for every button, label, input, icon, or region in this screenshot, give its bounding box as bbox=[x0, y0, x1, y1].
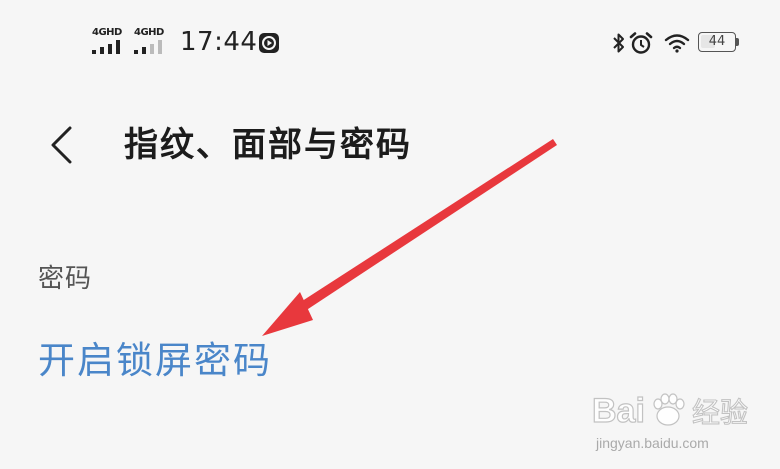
signal-icon bbox=[92, 40, 120, 54]
battery-level: 44 bbox=[708, 34, 726, 49]
alarm-icon bbox=[629, 32, 653, 54]
sim2-network-label: 4GHD bbox=[134, 27, 164, 38]
status-bar: 4GHD 4GHD 17:44 44 bbox=[0, 0, 780, 88]
watermark-url: jingyan.baidu.com bbox=[596, 435, 709, 451]
sim2-signal: 4GHD bbox=[134, 28, 174, 56]
settings-screen: 4GHD 4GHD 17:44 44 指纹、面部与密码 密码 开启锁屏密码 Ba… bbox=[0, 0, 780, 469]
chevron-left-icon bbox=[51, 126, 72, 164]
media-play-icon bbox=[259, 33, 279, 53]
battery-tip bbox=[736, 38, 739, 46]
watermark-suffix: 经验 bbox=[692, 396, 748, 429]
signal-icon bbox=[134, 40, 162, 54]
battery-icon: 44 bbox=[698, 32, 742, 54]
sim1-signal: 4GHD bbox=[92, 28, 132, 56]
baidu-jingyan-watermark: Bai 经验 jingyan.baidu.com bbox=[588, 388, 764, 460]
bluetooth-icon bbox=[613, 33, 624, 53]
baidu-logo-icon: Bai 经验 bbox=[591, 391, 748, 430]
enable-lock-screen-password-link[interactable]: 开启锁屏密码 bbox=[38, 336, 272, 386]
section-label-password: 密码 bbox=[38, 264, 93, 294]
svg-text:Bai: Bai bbox=[592, 392, 645, 430]
status-time: 17:44 bbox=[180, 27, 258, 57]
wifi-icon bbox=[664, 34, 690, 53]
page-title: 指纹、面部与密码 bbox=[124, 125, 412, 165]
sim1-network-label: 4GHD bbox=[92, 27, 122, 38]
back-button[interactable] bbox=[42, 122, 86, 168]
